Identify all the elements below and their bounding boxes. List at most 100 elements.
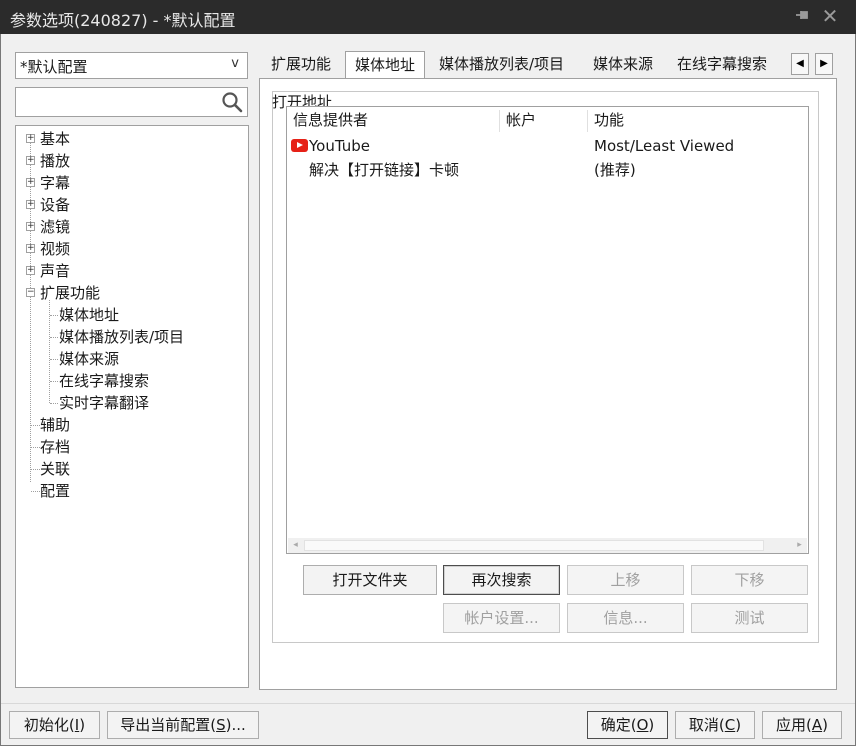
tree-connector-line	[50, 337, 58, 338]
info-button[interactable]: 信息...	[567, 603, 684, 633]
tree-item-label: 媒体来源	[59, 350, 120, 368]
column-header-provider[interactable]: 信息提供者	[287, 107, 499, 134]
table-row[interactable]: YouTube Most/Least Viewed	[287, 134, 808, 158]
tree-item[interactable]: 媒体播放列表/项目	[16, 326, 246, 348]
tree-item[interactable]: + 声音	[16, 260, 246, 282]
collapse-icon[interactable]: −	[26, 288, 35, 297]
expand-icon[interactable]: +	[26, 222, 35, 231]
tab-media-address[interactable]: 媒体地址	[345, 51, 426, 79]
tree-item[interactable]: 在线字幕搜索	[16, 370, 246, 392]
initialize-button[interactable]: 初始化(I)	[9, 711, 100, 739]
tab-scroll-left-button[interactable]: ◀	[791, 53, 809, 75]
apply-accesskey: A	[811, 716, 823, 734]
tree-item-label: 播放	[40, 152, 71, 170]
tree-item-label: 设备	[40, 196, 71, 214]
tree-item-label: 媒体播放列表/项目	[59, 328, 185, 346]
tree-item-label: 声音	[40, 262, 71, 280]
footer-divider	[1, 703, 855, 704]
tree-item-label: 在线字幕搜索	[59, 372, 150, 390]
chevron-down-icon: v	[231, 56, 239, 71]
cancel-button[interactable]: 取消(C)	[675, 711, 755, 739]
cancel-accesskey: C	[724, 716, 736, 734]
open-folder-button[interactable]: 打开文件夹	[303, 565, 437, 595]
tree-item[interactable]: 配置	[16, 480, 246, 502]
export-label-tail: )...	[225, 716, 246, 734]
horizontal-scrollbar[interactable]: ◂ ▸	[288, 538, 807, 553]
expand-icon[interactable]: +	[26, 244, 35, 253]
tree-item-label: 关联	[40, 460, 71, 478]
account-settings-button[interactable]: 帐户设置...	[443, 603, 560, 633]
tree-connector-line	[50, 315, 58, 316]
tree-item-label: 存档	[40, 438, 71, 456]
tree-item[interactable]: + 基本	[16, 128, 246, 150]
scroll-right-arrow-icon[interactable]: ▸	[792, 538, 807, 553]
column-header-feature[interactable]: 功能	[588, 107, 808, 134]
table-row[interactable]: 解决【打开链接】卡顿 (推荐)	[287, 158, 808, 182]
expand-icon[interactable]: +	[26, 266, 35, 275]
tree-item-selected[interactable]: 媒体地址	[16, 304, 246, 326]
move-down-button[interactable]: 下移	[691, 565, 808, 595]
tree-item[interactable]: + 播放	[16, 150, 246, 172]
window-title: 参数选项(240827) - *默认配置	[10, 11, 236, 30]
tab-extensions[interactable]: 扩展功能	[262, 52, 340, 79]
tree-item[interactable]: − 扩展功能	[16, 282, 246, 304]
tree-item-label: 视频	[40, 240, 71, 258]
tree-item[interactable]: + 设备	[16, 194, 246, 216]
profile-select-value: *默认配置	[20, 58, 88, 76]
settings-tree: + 基本 + 播放 + 字幕 + 设备 + 滤镜 + 视频 + 声音 − 扩展功能 媒体地址 媒体播放列表/项目媒…	[15, 125, 249, 688]
expand-icon[interactable]: +	[26, 200, 35, 209]
profile-select[interactable]: *默认配置 v	[15, 52, 248, 79]
apply-button[interactable]: 应用(A)	[762, 711, 842, 739]
expand-icon[interactable]: +	[26, 156, 35, 165]
tree-connector-line	[50, 359, 58, 360]
tree-item[interactable]: 存档	[16, 436, 246, 458]
tree-item-label: 字幕	[40, 174, 71, 192]
provider-list[interactable]: 信息提供者 帐户 功能 YouTube Most/Least Viewed 解决…	[286, 106, 809, 554]
provider-cell: YouTube	[309, 137, 370, 155]
export-config-button[interactable]: 导出当前配置(S)...	[107, 711, 259, 739]
feature-cell: Most/Least Viewed	[594, 137, 735, 155]
test-button[interactable]: 测试	[691, 603, 808, 633]
tree-item[interactable]: 辅助	[16, 414, 246, 436]
tree-item[interactable]: + 视频	[16, 238, 246, 260]
cancel-label: 取消(	[688, 716, 725, 734]
ok-label-tail: )	[648, 716, 655, 734]
search-input[interactable]	[19, 91, 214, 113]
tree-connector-line	[50, 403, 58, 404]
search-icon[interactable]	[221, 91, 243, 113]
apply-label: 应用(	[776, 716, 812, 734]
ok-button[interactable]: 确定(O)	[587, 711, 668, 739]
tree-connector-line	[31, 425, 40, 426]
export-accesskey: S	[216, 716, 226, 734]
tree-item-label: 滤镜	[40, 218, 71, 236]
tree-item[interactable]: 媒体来源	[16, 348, 246, 370]
search-again-button[interactable]: 再次搜索	[443, 565, 560, 595]
tree-item[interactable]: 实时字幕翻译	[16, 392, 246, 414]
column-header-account[interactable]: 帐户	[500, 107, 588, 134]
tab-scroll-right-button[interactable]: ▶	[815, 53, 833, 75]
tree-connector-line	[31, 447, 40, 448]
close-icon[interactable]: ✕	[820, 5, 840, 27]
expand-icon[interactable]: +	[26, 134, 35, 143]
tree-item[interactable]: + 滤镜	[16, 216, 246, 238]
tree-item-label: 媒体地址	[59, 306, 120, 324]
tab-media-source[interactable]: 媒体来源	[584, 52, 662, 79]
cancel-label-tail: )	[735, 716, 742, 734]
tree-item[interactable]: + 字幕	[16, 172, 246, 194]
tab-online-subtitle-search[interactable]: 在线字幕搜索	[668, 52, 776, 79]
pin-icon[interactable]	[792, 6, 812, 26]
scroll-left-arrow-icon[interactable]: ◂	[288, 538, 303, 553]
move-up-button[interactable]: 上移	[567, 565, 684, 595]
tree-connector-line	[31, 469, 40, 470]
apply-label-tail: )	[822, 716, 828, 734]
tree-item[interactable]: 关联	[16, 458, 246, 480]
export-label: 导出当前配置(	[120, 716, 217, 734]
feature-cell: (推荐)	[594, 161, 636, 179]
tab-media-playlist[interactable]: 媒体播放列表/项目	[430, 52, 573, 79]
scrollbar-thumb[interactable]	[304, 540, 764, 551]
expand-icon[interactable]: +	[26, 178, 35, 187]
youtube-icon	[291, 139, 308, 152]
initialize-label: 初始化(	[23, 716, 75, 734]
tab-strip: 扩展功能 媒体地址 媒体播放列表/项目 媒体来源 在线字幕搜索	[262, 51, 787, 79]
tree-item-label: 配置	[40, 482, 71, 500]
